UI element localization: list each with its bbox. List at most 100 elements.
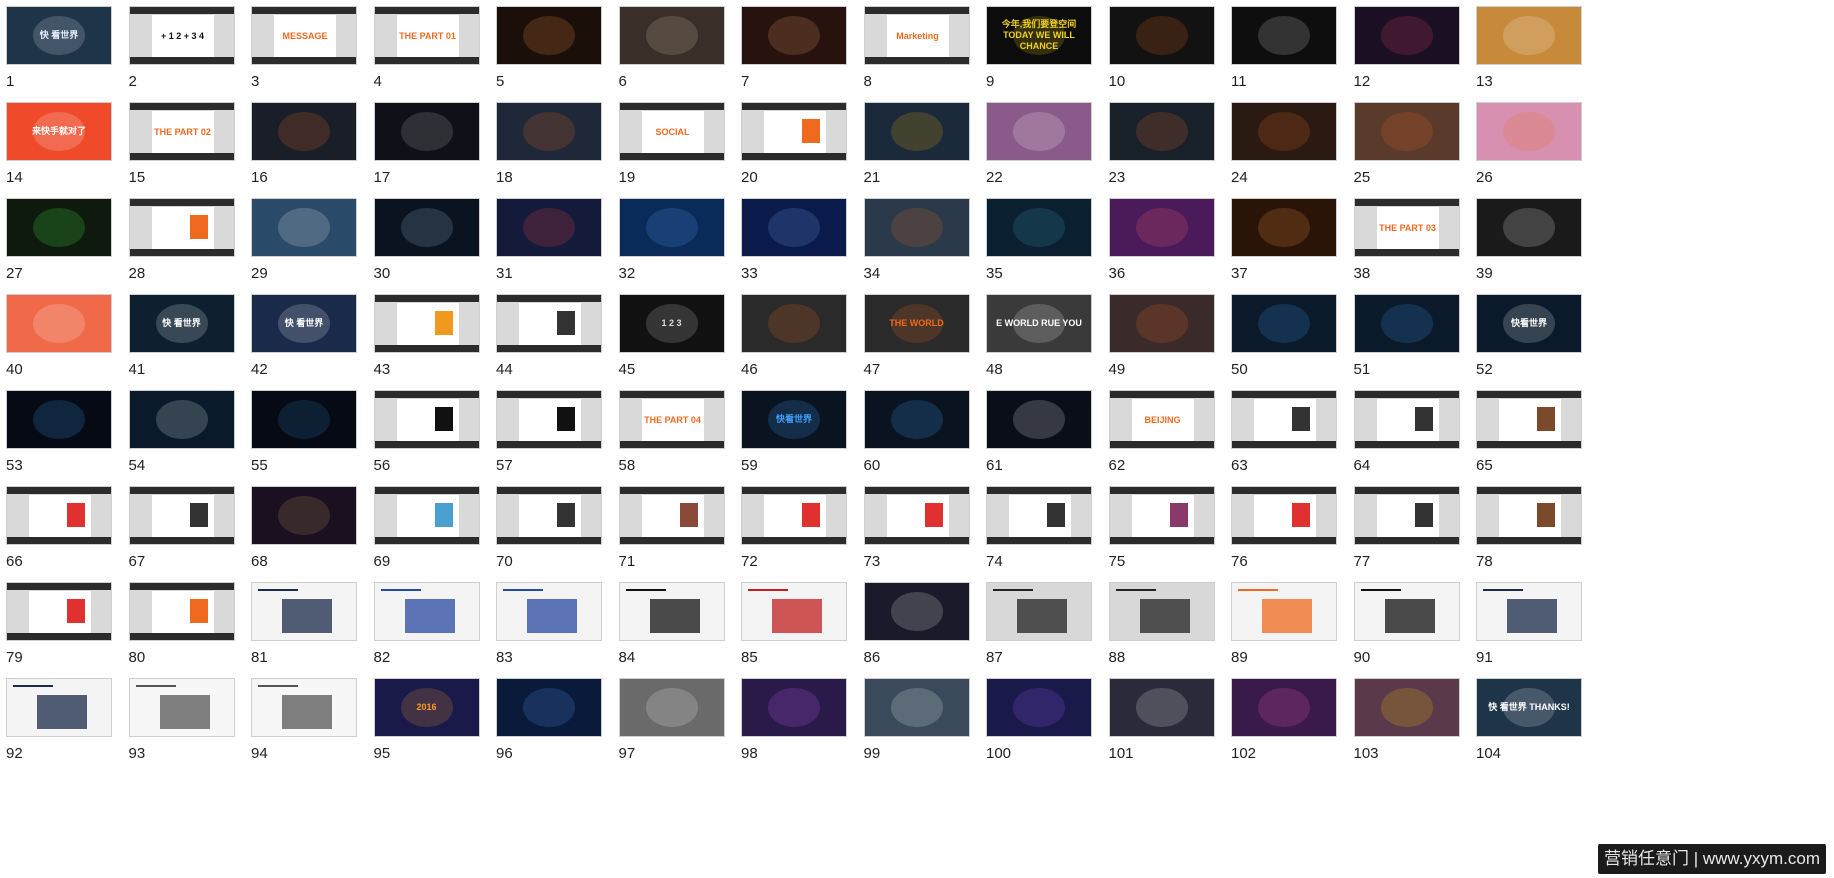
slide-preview[interactable] xyxy=(496,486,602,545)
slide-preview[interactable] xyxy=(1231,582,1337,641)
slide-preview[interactable] xyxy=(128,678,235,737)
slide-preview[interactable] xyxy=(1476,198,1582,257)
slide-preview[interactable] xyxy=(128,582,235,641)
slide-preview[interactable] xyxy=(373,582,480,641)
slide-preview[interactable] xyxy=(1476,486,1582,545)
slide-preview[interactable]: MESSAGE xyxy=(251,6,357,65)
slide-preview[interactable] xyxy=(496,198,602,257)
slide-preview[interactable] xyxy=(986,102,1092,161)
slide-preview[interactable] xyxy=(741,102,847,161)
slide-preview[interactable] xyxy=(373,294,480,353)
slide-preview[interactable] xyxy=(251,582,357,641)
slide-preview[interactable] xyxy=(251,102,357,161)
slide-preview[interactable] xyxy=(128,198,235,257)
slide-preview[interactable]: SOCIAL xyxy=(618,102,725,161)
slide-preview[interactable] xyxy=(741,294,847,353)
slide-preview[interactable]: 快 看世界 THANKS! xyxy=(1476,678,1582,737)
slide-preview[interactable] xyxy=(373,390,480,449)
slide-preview[interactable] xyxy=(618,6,725,65)
slide-preview[interactable] xyxy=(1108,678,1215,737)
slide-preview[interactable]: THE PART 02 xyxy=(128,102,235,161)
slide-thumbnail-104[interactable]: 快 看世界 THANKS! 104 xyxy=(1470,672,1613,784)
slide-preview[interactable] xyxy=(251,678,357,737)
slide-preview[interactable]: 2016 xyxy=(373,678,480,737)
slide-preview[interactable] xyxy=(251,390,357,449)
slide-preview[interactable] xyxy=(1231,486,1337,545)
slide-preview[interactable]: 快看世界 xyxy=(1476,294,1582,353)
slide-preview[interactable] xyxy=(1353,678,1460,737)
slide-preview[interactable]: Marketing xyxy=(863,6,970,65)
slide-preview[interactable] xyxy=(618,198,725,257)
slide-preview[interactable] xyxy=(1108,486,1215,545)
slide-preview[interactable] xyxy=(496,678,602,737)
slide-preview[interactable] xyxy=(1353,486,1460,545)
slide-preview[interactable] xyxy=(986,678,1092,737)
slide-preview[interactable]: E WORLD RUE YOU xyxy=(986,294,1092,353)
slide-preview[interactable]: 今年,我们要登空间 TODAY WE WILL CHANCE xyxy=(986,6,1092,65)
slide-preview[interactable]: + 1 2 + 3 4 xyxy=(128,6,235,65)
slide-preview[interactable]: BEIJING xyxy=(1108,390,1215,449)
slide-preview[interactable] xyxy=(496,390,602,449)
slide-preview[interactable] xyxy=(1353,390,1460,449)
slide-preview[interactable] xyxy=(863,582,970,641)
slide-preview[interactable] xyxy=(1231,198,1337,257)
slide-preview[interactable] xyxy=(128,390,235,449)
slide-preview[interactable] xyxy=(741,678,847,737)
slide-preview[interactable] xyxy=(1108,582,1215,641)
slide-preview[interactable] xyxy=(1231,6,1337,65)
slide-preview[interactable] xyxy=(741,6,847,65)
slide-preview[interactable] xyxy=(618,678,725,737)
slide-preview[interactable]: 快 看世界 xyxy=(251,294,357,353)
slide-preview[interactable] xyxy=(1476,390,1582,449)
slide-preview[interactable] xyxy=(251,486,357,545)
slide-preview[interactable] xyxy=(1108,6,1215,65)
slide-preview[interactable] xyxy=(373,102,480,161)
slide-preview[interactable] xyxy=(6,486,112,545)
slide-preview[interactable]: 1 2 3 xyxy=(618,294,725,353)
slide-preview[interactable] xyxy=(1231,102,1337,161)
slide-preview[interactable] xyxy=(1353,582,1460,641)
slide-preview[interactable] xyxy=(618,582,725,641)
slide-preview[interactable] xyxy=(1108,102,1215,161)
slide-preview[interactable]: THE PART 01 xyxy=(373,6,480,65)
slide-preview[interactable] xyxy=(1353,6,1460,65)
slide-preview[interactable] xyxy=(496,102,602,161)
slide-preview[interactable] xyxy=(863,678,970,737)
slide-preview[interactable] xyxy=(6,390,112,449)
slide-preview[interactable] xyxy=(741,486,847,545)
slide-preview[interactable]: THE WORLD xyxy=(863,294,970,353)
slide-preview[interactable] xyxy=(128,486,235,545)
slide-preview[interactable]: 来快手就对了 xyxy=(6,102,112,161)
slide-preview[interactable]: 快看世界 xyxy=(741,390,847,449)
slide-preview[interactable] xyxy=(1108,294,1215,353)
slide-preview[interactable] xyxy=(6,294,112,353)
slide-preview[interactable]: 快 看世界 xyxy=(6,6,112,65)
slide-preview[interactable] xyxy=(1231,678,1337,737)
slide-preview[interactable]: 快 看世界 xyxy=(128,294,235,353)
slide-preview[interactable]: THE PART 04 xyxy=(618,390,725,449)
slide-preview[interactable] xyxy=(373,486,480,545)
slide-preview[interactable] xyxy=(863,198,970,257)
slide-preview[interactable] xyxy=(863,390,970,449)
slide-preview[interactable] xyxy=(986,390,1092,449)
slide-preview[interactable] xyxy=(1353,102,1460,161)
slide-preview[interactable] xyxy=(741,582,847,641)
slide-preview[interactable] xyxy=(6,582,112,641)
slide-preview[interactable] xyxy=(986,582,1092,641)
slide-preview[interactable] xyxy=(251,198,357,257)
slide-preview[interactable] xyxy=(986,486,1092,545)
slide-preview[interactable] xyxy=(373,198,480,257)
slide-preview[interactable] xyxy=(1231,294,1337,353)
slide-preview[interactable] xyxy=(1476,582,1582,641)
slide-preview[interactable] xyxy=(618,486,725,545)
slide-preview[interactable] xyxy=(1231,390,1337,449)
slide-preview[interactable] xyxy=(6,678,112,737)
slide-preview[interactable] xyxy=(6,198,112,257)
slide-preview[interactable] xyxy=(1353,294,1460,353)
slide-preview[interactable] xyxy=(496,6,602,65)
slide-preview[interactable] xyxy=(863,102,970,161)
slide-preview[interactable] xyxy=(496,582,602,641)
slide-preview[interactable] xyxy=(1476,102,1582,161)
slide-preview[interactable]: THE PART 03 xyxy=(1353,198,1460,257)
slide-preview[interactable] xyxy=(741,198,847,257)
